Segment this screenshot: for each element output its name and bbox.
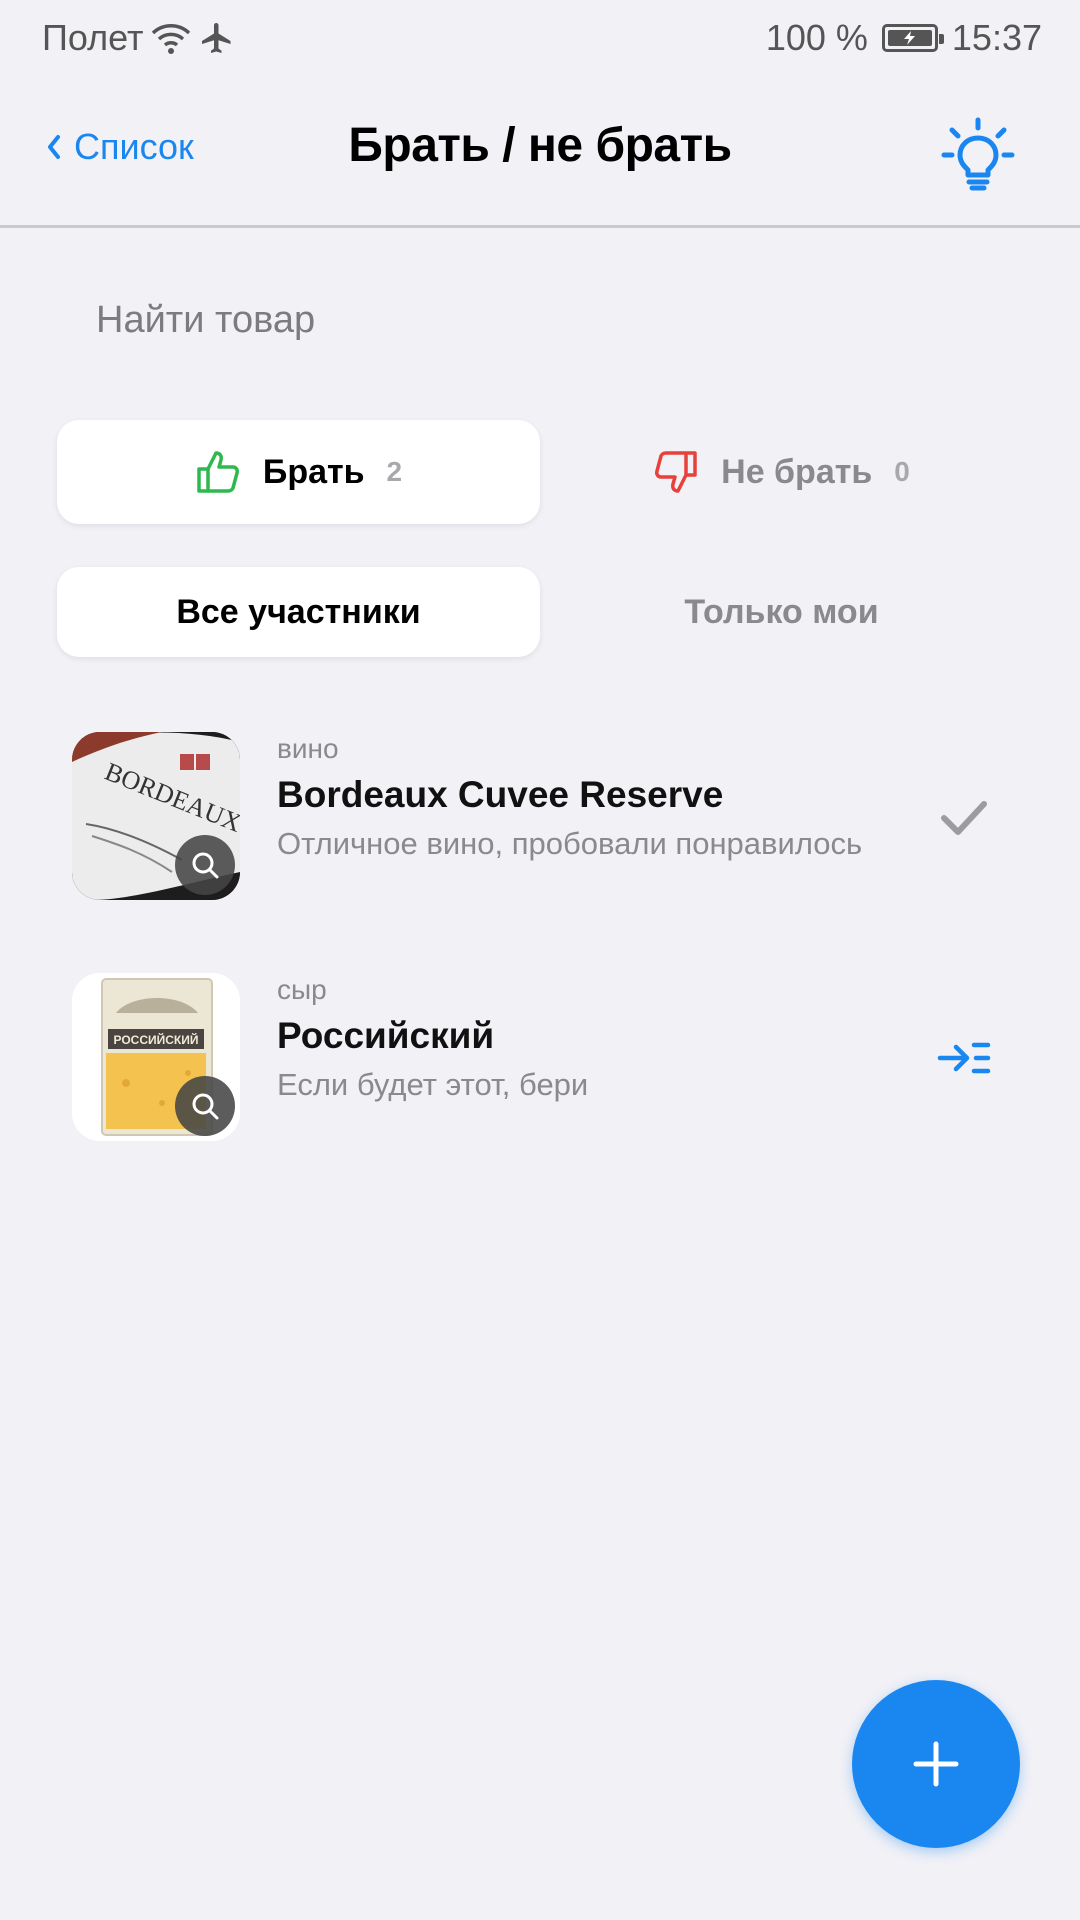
move-to-list-icon <box>937 1042 991 1074</box>
status-bar: Полет 100 % 15:37 <box>0 0 1080 76</box>
list-item[interactable]: РОССИЙСКИЙ сыр Российский Если будет это… <box>72 973 1032 1141</box>
tab-skip[interactable]: Не брать 0 <box>540 420 1023 524</box>
list-item[interactable]: BORDEAUX вино Bordeaux Cuvee Reserve Отл… <box>72 732 1032 900</box>
owner-segmented-control: Все участники Только мои <box>57 567 1023 657</box>
status-left: Полет <box>42 17 235 59</box>
search-icon <box>192 852 219 879</box>
tab-take[interactable]: Брать 2 <box>57 420 540 524</box>
zoom-button[interactable] <box>175 1076 235 1136</box>
move-to-list-button[interactable] <box>936 1033 992 1083</box>
tab-take-label: Брать <box>262 452 365 491</box>
carrier-label: Полет <box>42 17 144 58</box>
nav-bar: Список Брать / не брать <box>0 76 1080 228</box>
mark-done-button[interactable] <box>936 792 992 842</box>
item-comment: Отличное вино, пробовали понравилось <box>277 826 863 861</box>
item-comment: Если будет этот, бери <box>277 1067 589 1102</box>
thumbs-down-icon <box>655 451 697 493</box>
item-category: сыр <box>277 974 327 1005</box>
tab-mine-label: Только мои <box>684 592 879 631</box>
tab-all-label: Все участники <box>176 592 421 631</box>
checkmark-icon <box>941 801 987 835</box>
vote-segmented-control: Брать 2 Не брать 0 <box>57 420 1023 524</box>
tab-take-count: 2 <box>386 456 403 487</box>
status-right: 100 % 15:37 <box>766 17 1042 59</box>
wifi-icon <box>152 24 191 54</box>
tab-skip-count: 0 <box>894 456 910 487</box>
item-name: Bordeaux Cuvee Reserve <box>277 774 724 815</box>
cheese-label-text: РОССИЙСКИЙ <box>113 1032 198 1047</box>
battery-percent: 100 % <box>765 17 868 58</box>
airplane-icon <box>202 23 231 53</box>
add-item-button[interactable] <box>852 1680 1020 1848</box>
page-title: Брать / не брать <box>348 119 732 172</box>
item-text: сыр Российский Если будет этот, бери <box>277 973 917 1104</box>
item-thumbnail[interactable]: РОССИЙСКИЙ <box>72 973 240 1141</box>
search-icon <box>192 1093 219 1120</box>
zoom-button[interactable] <box>175 835 235 895</box>
tip-button[interactable] <box>938 114 1018 194</box>
tab-skip-label: Не брать <box>721 452 873 491</box>
tab-all-participants[interactable]: Все участники <box>57 567 540 657</box>
search-input[interactable] <box>96 290 996 350</box>
clock: 15:37 <box>951 17 1042 58</box>
item-name: Российский <box>277 1015 495 1056</box>
battery-icon <box>881 24 944 52</box>
thumbs-up-icon <box>197 451 239 493</box>
plus-icon <box>913 1741 959 1787</box>
item-text: вино Bordeaux Cuvee Reserve Отличное вин… <box>277 732 917 863</box>
item-category: вино <box>277 733 339 764</box>
item-thumbnail[interactable]: BORDEAUX <box>72 732 240 900</box>
lightbulb-icon <box>941 117 1015 191</box>
tab-only-mine[interactable]: Только мои <box>540 567 1023 657</box>
